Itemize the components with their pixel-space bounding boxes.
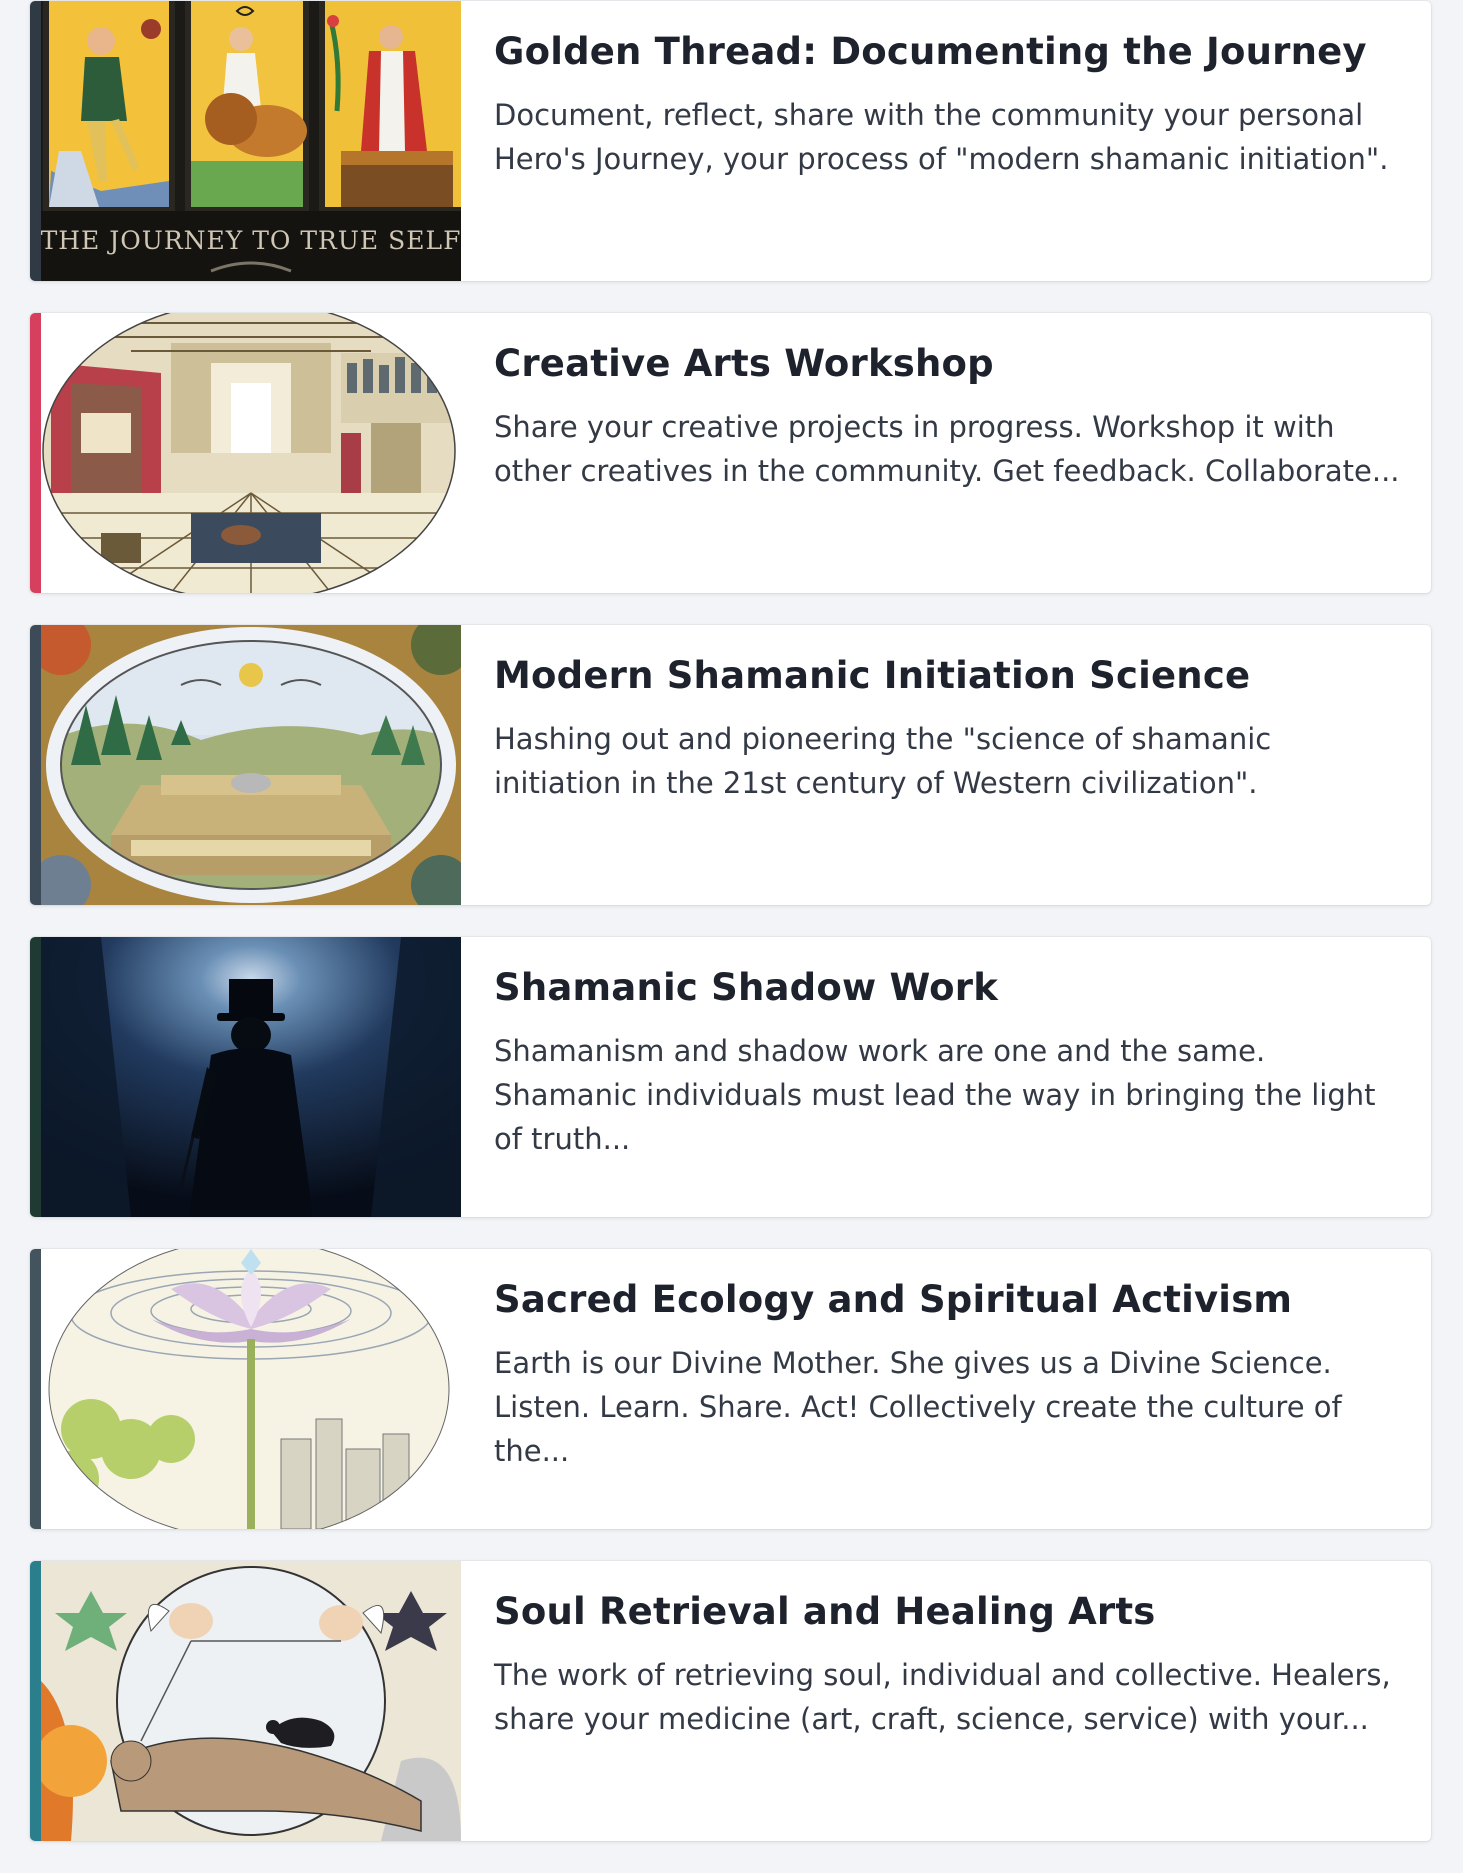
group-card-sacred-ecology[interactable]: Sacred Ecology and Spiritual Activism Ea… — [30, 1249, 1431, 1529]
group-description: Document, reflect, share with the commun… — [494, 98, 1389, 176]
group-description: Share your creative projects in progress… — [494, 410, 1400, 488]
tarot-cards-image[interactable]: THE JOURNEY TO TRUE SELF — [41, 1, 461, 281]
group-title[interactable]: Creative Arts Workshop — [494, 341, 1401, 387]
card-accent-bar — [30, 313, 41, 593]
card-accent-bar — [30, 625, 41, 905]
group-card-golden-thread[interactable]: THE JOURNEY TO TRUE SELF Golden Thread: … — [30, 1, 1431, 281]
card-accent-bar — [30, 1561, 41, 1841]
card-accent-bar — [30, 1, 41, 281]
group-list: THE JOURNEY TO TRUE SELF Golden Thread: … — [30, 1, 1431, 1873]
sacred-flower-city-illustration-image[interactable] — [41, 1249, 461, 1529]
group-card-shamanic-shadow-work[interactable]: Shamanic Shadow Work Shamanism and shado… — [30, 937, 1431, 1217]
group-card-creative-arts[interactable]: Creative Arts Workshop Share your creati… — [30, 313, 1431, 593]
group-description: Earth is our Divine Mother. She gives us… — [494, 1346, 1342, 1468]
group-title[interactable]: Shamanic Shadow Work — [494, 965, 1401, 1011]
alchemist-laboratory-engraving-image[interactable] — [41, 313, 461, 593]
card-content: Creative Arts Workshop Share your creati… — [461, 313, 1431, 593]
group-description: Hashing out and pioneering the "science … — [494, 722, 1272, 800]
card-content: Sacred Ecology and Spiritual Activism Ea… — [461, 1249, 1431, 1529]
group-title[interactable]: Soul Retrieval and Healing Arts — [494, 1589, 1401, 1635]
card-accent-bar — [30, 1249, 41, 1529]
group-card-soul-retrieval[interactable]: Soul Retrieval and Healing Arts The work… — [30, 1561, 1431, 1841]
card-content: Modern Shamanic Initiation Science Hashi… — [461, 625, 1431, 905]
group-title[interactable]: Modern Shamanic Initiation Science — [494, 653, 1401, 699]
group-title[interactable]: Sacred Ecology and Spiritual Activism — [494, 1277, 1401, 1323]
card-content: Soul Retrieval and Healing Arts The work… — [461, 1561, 1431, 1841]
alchemical-figure-raven-engraving-image[interactable] — [41, 1561, 461, 1841]
card-content: Shamanic Shadow Work Shamanism and shado… — [461, 937, 1431, 1217]
card-accent-bar — [30, 937, 41, 1217]
tarot-caption: THE JOURNEY TO TRUE SELF — [41, 226, 461, 255]
group-description: The work of retrieving soul, individual … — [494, 1658, 1391, 1736]
group-title[interactable]: Golden Thread: Documenting the Journey — [494, 29, 1401, 75]
group-card-modern-shamanic-initiation[interactable]: Modern Shamanic Initiation Science Hashi… — [30, 625, 1431, 905]
card-content: Golden Thread: Documenting the Journey D… — [461, 1, 1431, 281]
alchemical-landscape-engraving-image[interactable] — [41, 625, 461, 905]
group-description: Shamanism and shadow work are one and th… — [494, 1034, 1376, 1156]
shadow-figure-top-hat-image[interactable] — [41, 937, 461, 1217]
